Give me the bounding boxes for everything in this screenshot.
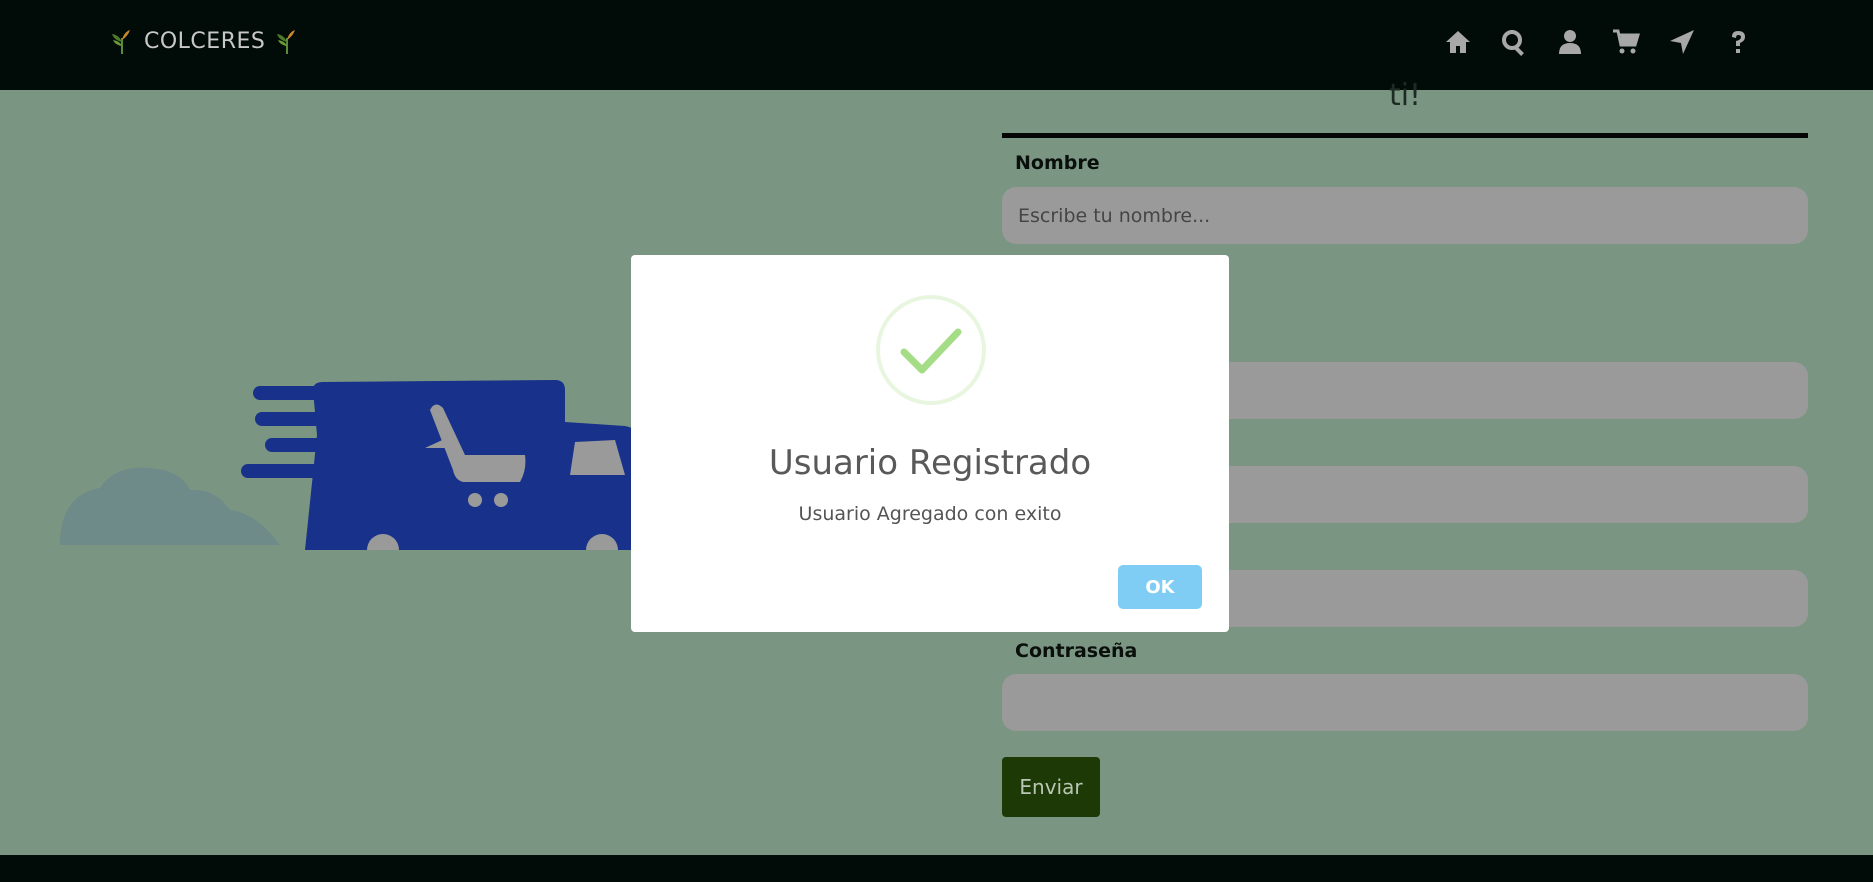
page-footer <box>0 855 1873 882</box>
search-icon[interactable] <box>1499 26 1529 58</box>
brand-name: COLCERES <box>144 28 266 54</box>
user-icon[interactable] <box>1555 26 1585 58</box>
success-check-icon <box>876 295 986 405</box>
nombre-input[interactable]: Escribe tu nombre... <box>1002 187 1808 244</box>
top-navbar: COLCERES <box>0 0 1873 90</box>
question-icon[interactable] <box>1723 26 1753 58</box>
nombre-placeholder: Escribe tu nombre... <box>1018 204 1211 227</box>
location-arrow-icon[interactable] <box>1667 26 1697 58</box>
home-icon[interactable] <box>1443 26 1473 58</box>
modal-title: Usuario Registrado <box>768 443 1092 483</box>
cart-icon[interactable] <box>1611 26 1641 58</box>
heading-divider <box>1002 133 1808 138</box>
success-modal: Usuario Registrado Usuario Agregado con … <box>631 255 1229 632</box>
delivery-truck-illustration <box>60 380 655 550</box>
wheat-icon <box>277 30 296 54</box>
form-heading: ti! <box>1388 78 1422 113</box>
nombre-label: Nombre <box>1015 152 1100 174</box>
wheat-icon <box>112 30 130 54</box>
ok-button[interactable]: OK <box>1118 565 1202 609</box>
submit-button[interactable]: Enviar <box>1002 757 1100 817</box>
contrasena-label: Contraseña <box>1015 640 1138 662</box>
brand-logo[interactable]: COLCERES <box>110 28 299 54</box>
modal-message: Usuario Agregado con exito <box>798 503 1062 525</box>
password-input[interactable] <box>1002 674 1808 731</box>
